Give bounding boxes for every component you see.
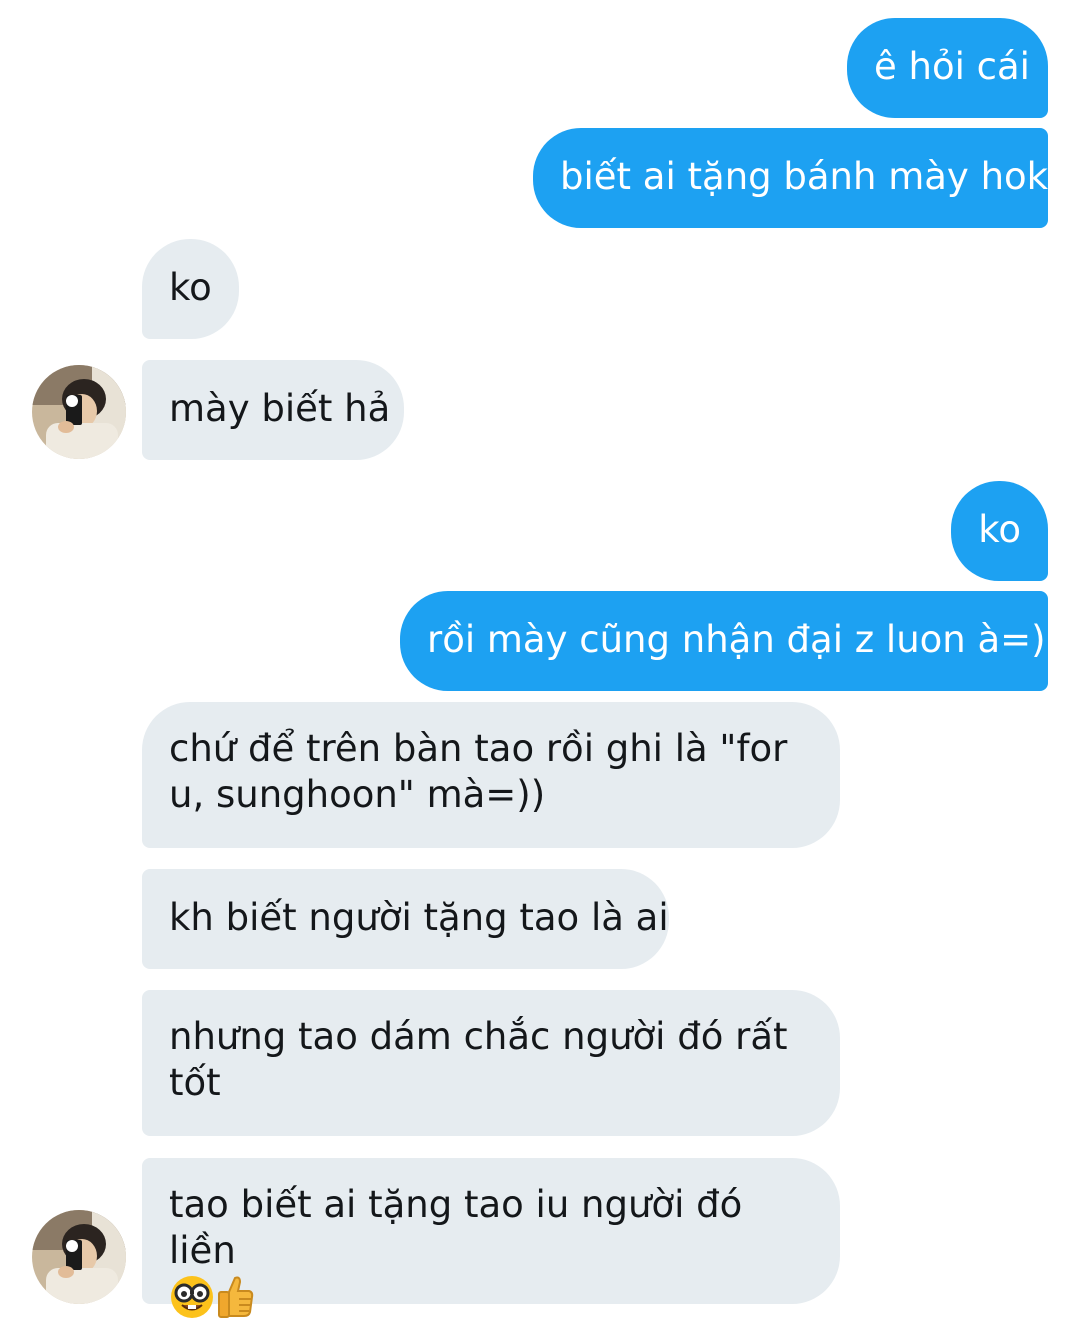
message-text: ko [978, 508, 1021, 551]
nerd-face-emoji [169, 1274, 215, 1331]
message-bubble-received[interactable]: nhưng tao dám chắc người đó rất tốt [142, 990, 840, 1136]
avatar-photo [32, 365, 126, 459]
avatar[interactable] [32, 365, 126, 459]
thumbs-up-emoji [215, 1274, 255, 1331]
message-bubble-sent[interactable]: rồi mày cũng nhận đại z luon à=)) [400, 591, 1060, 691]
message-bubble-sent[interactable]: biết ai tặng bánh mày hok [533, 128, 1048, 228]
message-text: mày biết hả [169, 387, 391, 430]
message-bubble-received[interactable]: tao biết ai tặng tao iu người đó liền [142, 1158, 840, 1318]
message-text: tao biết ai tặng tao iu người đó liền [169, 1183, 743, 1272]
message-text: ko [169, 266, 212, 309]
avatar[interactable] [32, 1210, 126, 1304]
message-bubble-received[interactable]: ko [142, 239, 239, 339]
message-text: ê hỏi cái [874, 45, 1030, 88]
message-bubble-received[interactable]: mày biết hả [142, 360, 404, 460]
avatar-photo [32, 1210, 126, 1304]
message-text: kh biết người tặng tao là ai [169, 896, 669, 939]
message-text: biết ai tặng bánh mày hok [560, 155, 1049, 198]
message-bubble-sent[interactable]: ê hỏi cái [847, 18, 1048, 118]
message-text: nhưng tao dám chắc người đó rất tốt [169, 1015, 788, 1104]
message-bubble-received[interactable]: kh biết người tặng tao là ai [142, 869, 669, 969]
message-text: rồi mày cũng nhận đại z luon à=)) [427, 618, 1061, 661]
message-text: chứ để trên bàn tao rồi ghi là "for u, s… [169, 727, 788, 816]
message-bubble-sent[interactable]: ko [951, 481, 1048, 581]
message-bubble-received[interactable]: chứ để trên bàn tao rồi ghi là "for u, s… [142, 702, 840, 848]
